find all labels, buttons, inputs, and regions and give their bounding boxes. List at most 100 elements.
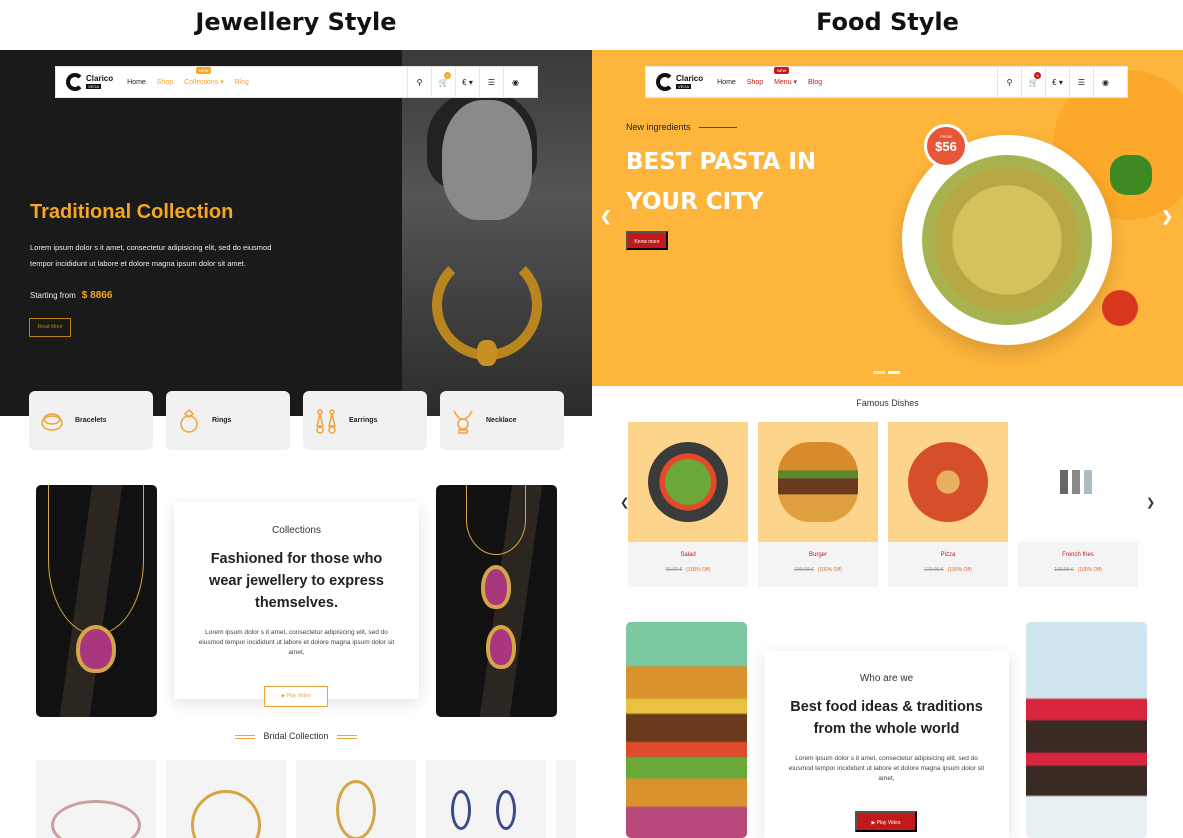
hero-starting-from: Starting from $ 8866 [30,290,112,301]
chevron-right-icon[interactable]: ❯ [1161,208,1173,225]
image-placeholder-icon [1060,470,1092,494]
main-nav: Home Shop Collections ▾ NEW Blog [127,67,258,86]
slider-dot-active[interactable] [888,371,900,374]
jewellery-header: Clarico VEGA Home Shop Collections ▾ NEW … [55,66,538,98]
burger-image [778,442,858,522]
who-subtitle: Who are we [859,673,914,684]
user-icon[interactable]: ◉ [1093,67,1117,97]
search-icon[interactable]: ⚲ [407,67,431,97]
logo-text: Clarico [676,73,704,83]
dish-card[interactable]: Pizza 120.00 € (100% Off) [888,422,1008,587]
logo[interactable]: Clarico VEGA [656,73,703,91]
product-tile[interactable] [426,760,546,838]
settings-icon[interactable]: ☰ [479,67,503,97]
food-hero: FROM $56 New ingredients BEST PASTA IN Y… [592,50,1183,386]
nav-home[interactable]: Home [717,79,736,86]
bridal-collection-title: Bridal Collection [0,731,592,741]
logo[interactable]: Clarico VEGA [66,73,113,91]
food-section-title: Food Style [816,8,959,36]
product-tile[interactable] [296,760,416,838]
dish-card[interactable]: French fries 133.00 € (100% Off) [1018,422,1138,587]
famous-dishes-title: Famous Dishes [856,398,919,408]
cart-icon[interactable]: 🛒 0 [431,67,455,97]
hero-title: Traditional Collection [30,201,234,223]
collections-heading: Fashioned for those who wear jewellery t… [209,551,384,611]
nav-blog[interactable]: Blog [808,79,822,86]
nav-blog[interactable]: Blog [235,79,249,86]
nav-menu[interactable]: Menu ▾ NEW [774,67,797,86]
know-more-button[interactable]: Know more [626,231,668,250]
nav-shop[interactable]: Shop [747,79,763,86]
earrings-icon [316,408,336,434]
read-more-button[interactable]: Read More [29,318,71,337]
logo-sub: VEGA [676,83,692,89]
main-nav: Home Shop Menu ▾ NEW Blog [717,67,831,86]
pizza-image [908,442,988,522]
logo-sub: VEGA [86,83,102,89]
dish-name: French fries [1062,552,1094,558]
dish-price: 100.00 € (100% Off) [794,567,842,573]
dish-name: Salad [680,552,696,558]
jewellery-hero: Traditional Collection Lorem ipsum dolor… [0,50,592,416]
logo-text: Clarico [86,73,114,83]
nav-shop[interactable]: Shop [157,79,173,86]
dish-price: 133.00 € (100% Off) [1054,567,1102,573]
category-rings[interactable]: Rings [166,391,290,450]
who-heading: Best food ideas & traditions from the wh… [790,699,983,737]
nav-collections[interactable]: Collections ▾ NEW [184,67,224,86]
jewellery-style-panel: Jewellery Style Traditional Collection L… [0,0,592,838]
user-icon[interactable]: ◉ [503,67,527,97]
pendant-image-left [36,485,157,717]
dish-card[interactable]: Salad 20.00 € (100% Off) [628,422,748,587]
collections-text: Lorem ipsum dolor s it amet, consectetur… [198,629,395,656]
ring-icon [180,408,198,433]
food-header: Clarico VEGA Home Shop Menu ▾ NEW Blog ⚲ … [645,66,1128,98]
search-icon[interactable]: ⚲ [997,67,1021,97]
nav-home[interactable]: Home [127,79,146,86]
price-badge: FROM $56 [924,124,968,168]
category-label: Bracelets [75,417,107,424]
category-bracelets[interactable]: Bracelets [29,391,153,450]
tomato-image [1102,290,1138,326]
header-tools: ⚲ 🛒 0 € ▾ ☰ ◉ [997,67,1117,97]
new-badge: NEW [196,67,212,74]
salad-image [648,442,728,522]
product-tile[interactable] [556,760,576,838]
slider-dots [873,371,903,374]
settings-icon[interactable]: ☰ [1069,67,1093,97]
category-label: Rings [212,417,232,424]
pepper-image [1110,155,1152,195]
badge-price: $56 [935,139,957,154]
category-necklace[interactable]: Necklace [440,391,564,450]
collections-card: Collections Fashioned for those who wear… [174,503,419,707]
currency-select[interactable]: € ▾ [455,67,479,97]
bracelet-icon [41,412,63,431]
play-video-button[interactable]: ▶ Play Video [855,811,917,832]
category-earrings[interactable]: Earrings [303,391,427,450]
new-badge: NEW [774,67,790,74]
chevron-left-icon[interactable]: ❮ [600,208,612,225]
category-list: Bracelets Rings Earrings Necklace [29,391,577,450]
necklace-icon [453,410,473,434]
cart-icon[interactable]: 🛒 0 [1021,67,1045,97]
category-label: Earrings [349,417,378,424]
starting-label: Starting from [30,291,76,300]
dish-name: Pizza [940,552,956,558]
logo-mark-icon [656,73,674,91]
slider-dot[interactable] [873,371,885,374]
product-tile[interactable] [166,760,286,838]
dish-name: Burger [808,552,827,558]
product-tile[interactable] [36,760,156,838]
who-text: Lorem ipsum dolor s it amet, consectetur… [788,755,985,782]
dish-card[interactable]: Burger 100.00 € (100% Off) [758,422,878,587]
currency-select[interactable]: € ▾ [1045,67,1069,97]
dish-price: 20.00 € (100% Off) [665,567,711,573]
play-video-button[interactable]: ▶ Play Video [264,686,328,707]
hero-tagline: New ingredients [626,122,737,132]
hero-description: Lorem ipsum dolor s it amet, consectetur… [30,243,272,268]
hero-title: BEST PASTA IN YOUR CITY [626,149,817,215]
cart-count: 0 [1034,72,1041,79]
jewellery-section-title: Jewellery Style [195,8,397,36]
dish-carousel: Salad 20.00 € (100% Off) Burger 100.00 €(… [628,422,1148,587]
food-style-panel: Food Style FROM $56 New ingredients BEST… [592,0,1183,838]
